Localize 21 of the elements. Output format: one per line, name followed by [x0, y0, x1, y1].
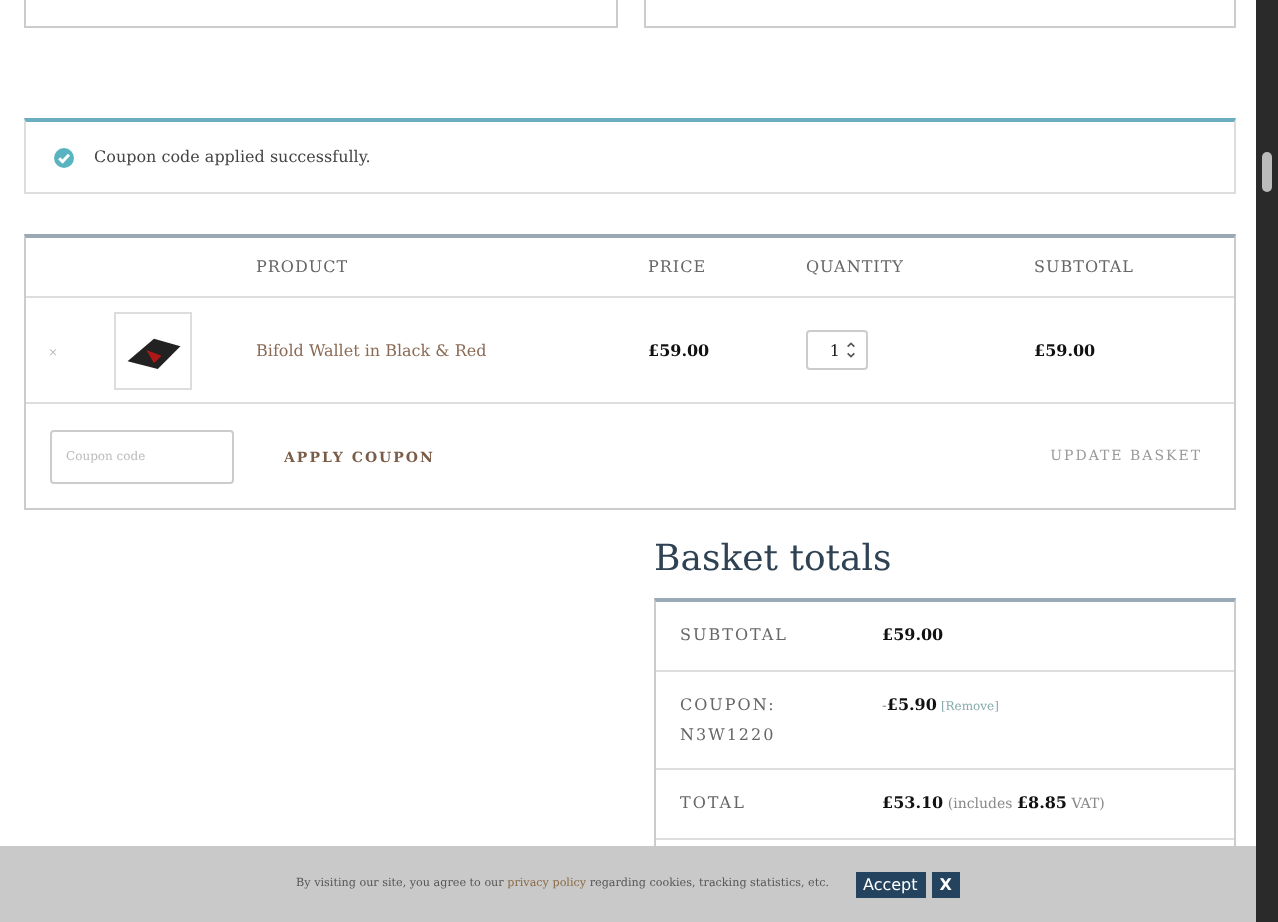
- check-icon: [54, 147, 74, 167]
- spinner-arrows-icon[interactable]: [846, 340, 856, 360]
- quantity-field[interactable]: 1: [806, 330, 868, 370]
- subtotal-cell-text: £59.00: [1034, 340, 1098, 360]
- column-header: PRODUCT: [256, 258, 351, 276]
- close-button[interactable]: X: [931, 871, 960, 897]
- product-thumbnail: [114, 311, 192, 389]
- product-link[interactable]: Bifold Wallet in Black & Red: [256, 341, 487, 359]
- notice-text: Coupon code applied successfully.: [94, 148, 371, 166]
- totals-label: COUPON: N3W1220: [680, 694, 778, 748]
- totals-label: TOTAL: [680, 792, 748, 816]
- totals-heading: Basket totals: [654, 538, 894, 580]
- totals-value: £59.00: [882, 628, 944, 644]
- scrollbar[interactable]: [1256, 0, 1278, 922]
- column-header: SUBTOTAL: [1034, 258, 1136, 276]
- column-header: PRICE: [648, 258, 709, 276]
- totals-label: SUBTOTAL: [680, 624, 790, 648]
- scrollbar-thumb[interactable]: [1262, 152, 1272, 192]
- column-header: QUANTITY: [806, 258, 906, 276]
- accept-button[interactable]: Accept: [855, 871, 926, 897]
- price-cell-text: £59.00: [648, 340, 712, 360]
